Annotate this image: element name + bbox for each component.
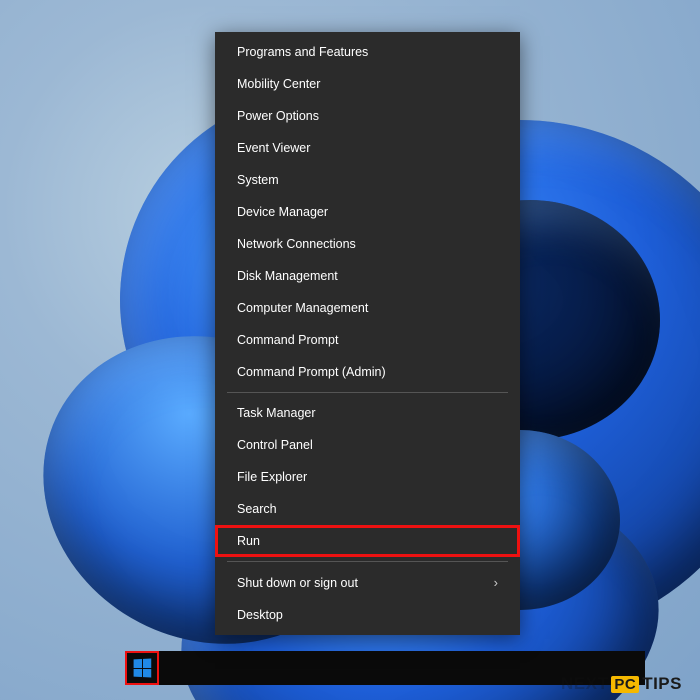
menu-item-mobility-center[interactable]: Mobility Center	[215, 68, 520, 100]
start-button[interactable]	[125, 651, 159, 685]
menu-item-label: Shut down or sign out	[237, 576, 358, 590]
menu-item-command-prompt-admin[interactable]: Command Prompt (Admin)	[215, 356, 520, 388]
winx-context-menu: Programs and Features Mobility Center Powe…	[215, 32, 520, 635]
menu-item-shut-down[interactable]: Shut down or sign out ›	[215, 566, 520, 599]
watermark-prefix: NEXT	[561, 674, 608, 694]
menu-item-network-connections[interactable]: Network Connections	[215, 228, 520, 260]
windows-logo-icon	[134, 659, 152, 678]
menu-item-label: Run	[237, 534, 260, 548]
watermark-box: PC	[611, 676, 639, 693]
menu-item-label: Search	[237, 502, 277, 516]
menu-item-programs-features[interactable]: Programs and Features	[215, 36, 520, 68]
menu-item-label: Disk Management	[237, 269, 338, 283]
menu-item-control-panel[interactable]: Control Panel	[215, 429, 520, 461]
menu-item-disk-management[interactable]: Disk Management	[215, 260, 520, 292]
menu-item-label: Device Manager	[237, 205, 328, 219]
watermark: NEXT PC TIPS	[561, 674, 682, 694]
menu-separator	[227, 392, 508, 393]
menu-item-task-manager[interactable]: Task Manager	[215, 397, 520, 429]
menu-item-power-options[interactable]: Power Options	[215, 100, 520, 132]
menu-item-label: System	[237, 173, 279, 187]
watermark-suffix: TIPS	[642, 674, 682, 694]
menu-item-label: Event Viewer	[237, 141, 310, 155]
menu-item-label: File Explorer	[237, 470, 307, 484]
menu-item-label: Network Connections	[237, 237, 356, 251]
menu-item-run[interactable]: Run	[215, 525, 520, 557]
menu-item-label: Command Prompt	[237, 333, 338, 347]
menu-item-file-explorer[interactable]: File Explorer	[215, 461, 520, 493]
menu-item-label: Task Manager	[237, 406, 316, 420]
menu-item-label: Command Prompt (Admin)	[237, 365, 386, 379]
menu-item-device-manager[interactable]: Device Manager	[215, 196, 520, 228]
menu-item-label: Programs and Features	[237, 45, 368, 59]
menu-item-computer-management[interactable]: Computer Management	[215, 292, 520, 324]
menu-item-command-prompt[interactable]: Command Prompt	[215, 324, 520, 356]
menu-item-label: Desktop	[237, 608, 283, 622]
menu-item-label: Power Options	[237, 109, 319, 123]
menu-separator	[227, 561, 508, 562]
menu-item-label: Mobility Center	[237, 77, 320, 91]
menu-item-label: Control Panel	[237, 438, 313, 452]
menu-item-desktop[interactable]: Desktop	[215, 599, 520, 631]
chevron-right-icon: ›	[494, 575, 498, 590]
menu-item-event-viewer[interactable]: Event Viewer	[215, 132, 520, 164]
menu-item-system[interactable]: System	[215, 164, 520, 196]
menu-item-label: Computer Management	[237, 301, 368, 315]
menu-item-search[interactable]: Search	[215, 493, 520, 525]
